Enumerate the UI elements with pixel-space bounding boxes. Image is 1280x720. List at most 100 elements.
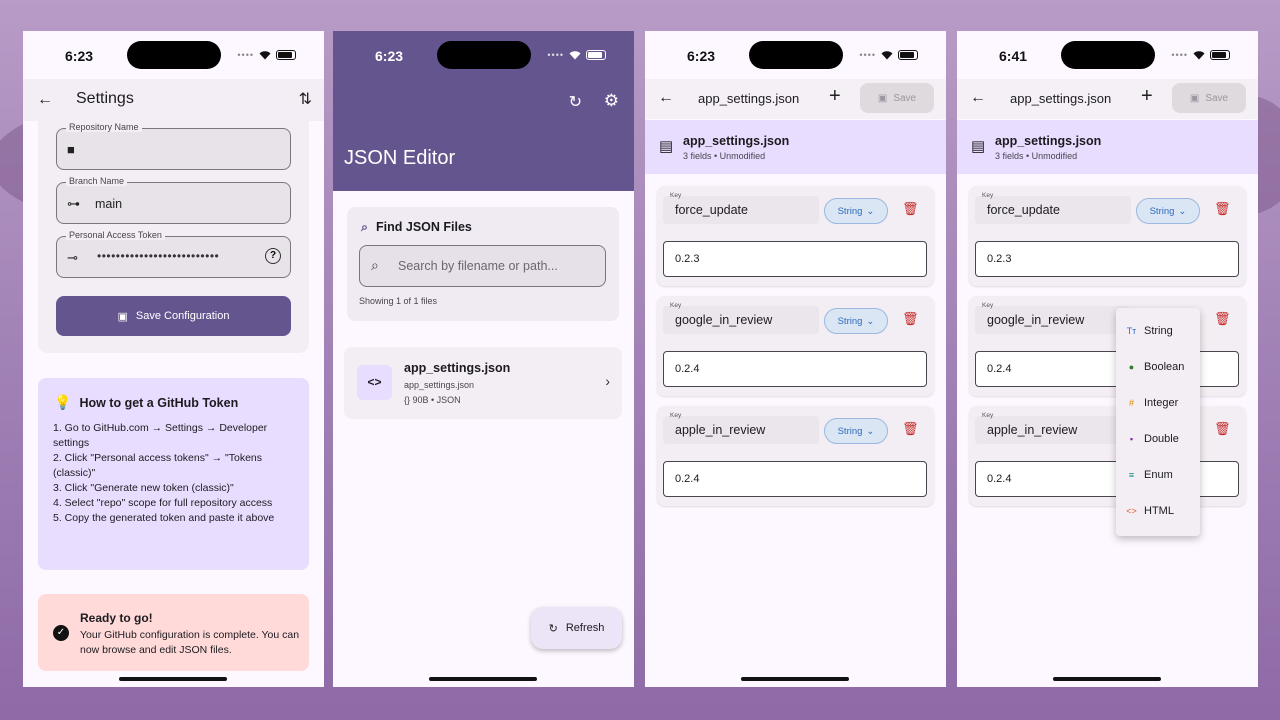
sync-icon[interactable]: ⇅: [299, 89, 312, 109]
delete-icon[interactable]: 🗑: [902, 311, 919, 327]
find-heading: ⌕ Find JSON Files: [361, 220, 472, 235]
menu-item-integer[interactable]: # Integer: [1126, 397, 1178, 409]
menu-item-boolean[interactable]: ● Boolean: [1126, 361, 1185, 373]
home-indicator: [119, 677, 227, 681]
value-text: 0.2.4: [987, 473, 1012, 485]
type-dropdown[interactable]: String ⌄: [824, 198, 888, 224]
file-meta: 3 fields • Unmodified: [683, 151, 766, 161]
braces-icon: {}: [404, 395, 413, 405]
battery-icon: [276, 50, 296, 60]
signal-icon: ••••: [859, 50, 876, 60]
wifi-icon: [881, 51, 893, 60]
save-button[interactable]: ▣ Save: [1172, 83, 1246, 113]
token-help-card: 💡 How to get a GitHub Token 1. Go to Git…: [38, 378, 309, 570]
gear-icon[interactable]: ⚙: [604, 91, 619, 111]
delete-icon[interactable]: 🗑: [1214, 421, 1231, 437]
file-path: app_settings.json: [404, 380, 475, 390]
home-indicator: [1053, 677, 1161, 681]
menu-label: Enum: [1144, 469, 1173, 481]
key-label: Key: [670, 302, 682, 309]
branch-name-field[interactable]: Branch Name ⊶ main: [56, 176, 291, 224]
search-input[interactable]: ⌕ Search by filename or path...: [359, 245, 606, 287]
result-count: Showing 1 of 1 files: [359, 296, 438, 306]
value-input[interactable]: 0.2.4: [663, 461, 927, 497]
key-value: apple_in_review: [675, 423, 766, 437]
key-label: Key: [982, 302, 994, 309]
step-item: 2. Click "Personal access tokens" → "Tok…: [53, 452, 263, 479]
file-list-item[interactable]: <> app_settings.json app_settings.json {…: [344, 347, 622, 419]
help-heading: 💡 How to get a GitHub Token: [54, 394, 238, 411]
code-icon: <>: [357, 365, 392, 400]
value-input[interactable]: 0.2.3: [975, 241, 1239, 277]
type-dropdown[interactable]: String ⌄: [824, 308, 888, 334]
ready-banner: ✓ Ready to go! Your GitHub configuration…: [38, 594, 309, 671]
delete-icon[interactable]: 🗑: [902, 201, 919, 217]
dynamic-island: [749, 41, 843, 69]
dynamic-island: [437, 41, 531, 69]
search-placeholder: Search by filename or path...: [398, 259, 558, 273]
value-text: 0.2.4: [675, 473, 700, 485]
save-configuration-button[interactable]: ▣ Save Configuration: [56, 296, 291, 336]
dynamic-island: [127, 41, 221, 69]
status-time: 6:23: [65, 48, 94, 64]
type-dropdown[interactable]: String ⌄: [824, 418, 888, 444]
wifi-icon: [1193, 51, 1205, 60]
status-time: 6:23: [687, 48, 716, 64]
help-icon[interactable]: ?: [265, 248, 281, 264]
menu-label: HTML: [1144, 505, 1174, 517]
battery-icon: [898, 50, 918, 60]
file-meta: {} 90B • JSON: [404, 395, 461, 405]
button-label: Save: [893, 92, 917, 104]
toggle-icon: ●: [1128, 362, 1135, 372]
save-button[interactable]: ▣ Save: [860, 83, 934, 113]
save-icon: ▣: [117, 310, 128, 323]
field-entry: Key force_update String ⌄ 🗑 0.2.3: [969, 186, 1246, 286]
menu-item-string[interactable]: Tт String: [1126, 325, 1173, 337]
app-bar: ← Settings ⇅: [23, 79, 324, 121]
app-bar: ← app_settings.json + ▣ Save: [645, 79, 946, 119]
repository-name-field[interactable]: Repository Name ■: [56, 122, 291, 170]
menu-item-enum[interactable]: ≡ Enum: [1126, 469, 1173, 481]
token-value: ••••••••••••••••••••••••••: [97, 249, 220, 263]
delete-icon[interactable]: 🗑: [1214, 311, 1231, 327]
back-arrow-icon[interactable]: ←: [658, 89, 674, 107]
access-token-field[interactable]: Personal Access Token ⊸ ••••••••••••••••…: [56, 230, 291, 278]
chevron-down-icon: ⌄: [866, 425, 875, 437]
value-input[interactable]: 0.2.3: [663, 241, 927, 277]
page-title: Settings: [76, 90, 134, 107]
back-arrow-icon[interactable]: ←: [970, 89, 986, 107]
menu-item-html[interactable]: <> HTML: [1126, 505, 1174, 517]
status-time: 6:23: [375, 48, 404, 64]
document-icon: ▤: [659, 138, 674, 155]
status-bar: 6:23 ••••: [23, 31, 324, 79]
status-icons: ••••: [237, 50, 296, 60]
ready-description: Your GitHub configuration is complete. Y…: [80, 629, 300, 656]
value-input[interactable]: 0.2.4: [663, 351, 927, 387]
code-icon: <>: [1126, 506, 1137, 516]
key-label: Key: [982, 192, 994, 199]
key-value: force_update: [987, 203, 1060, 217]
refresh-button[interactable]: ↻ Refresh: [531, 607, 622, 649]
type-dropdown[interactable]: String ⌄: [1136, 198, 1200, 224]
status-bar: 6:23 ••••: [333, 31, 634, 79]
key-value: google_in_review: [675, 313, 773, 327]
type-label: String: [1149, 205, 1175, 217]
lightbulb-icon: 💡: [54, 394, 72, 410]
branch-icon: ⊶: [67, 196, 80, 211]
field-entry: Key google_in_review String ⌄ 🗑 0.2.4: [657, 296, 934, 396]
menu-item-double[interactable]: ▪ Double: [1126, 433, 1179, 445]
add-field-button[interactable]: +: [1141, 85, 1153, 108]
step-item: 5. Copy the generated token and paste it…: [53, 512, 275, 524]
type-menu: Tт String ● Boolean # Integer ▪ Double ≡ Enum…: [1116, 308, 1200, 536]
status-icons: ••••: [547, 50, 606, 60]
field-value: main: [95, 197, 123, 211]
signal-icon: ••••: [1171, 50, 1188, 60]
button-label: Save Configuration: [135, 310, 230, 322]
add-field-button[interactable]: +: [829, 85, 841, 108]
refresh-icon[interactable]: ↻: [569, 92, 582, 112]
status-icons: ••••: [1171, 50, 1230, 60]
delete-icon[interactable]: 🗑: [1214, 201, 1231, 217]
delete-icon[interactable]: 🗑: [902, 421, 919, 437]
back-arrow-icon[interactable]: ←: [37, 91, 53, 109]
step-item: 3. Click "Generate new token (classic)": [53, 482, 234, 494]
